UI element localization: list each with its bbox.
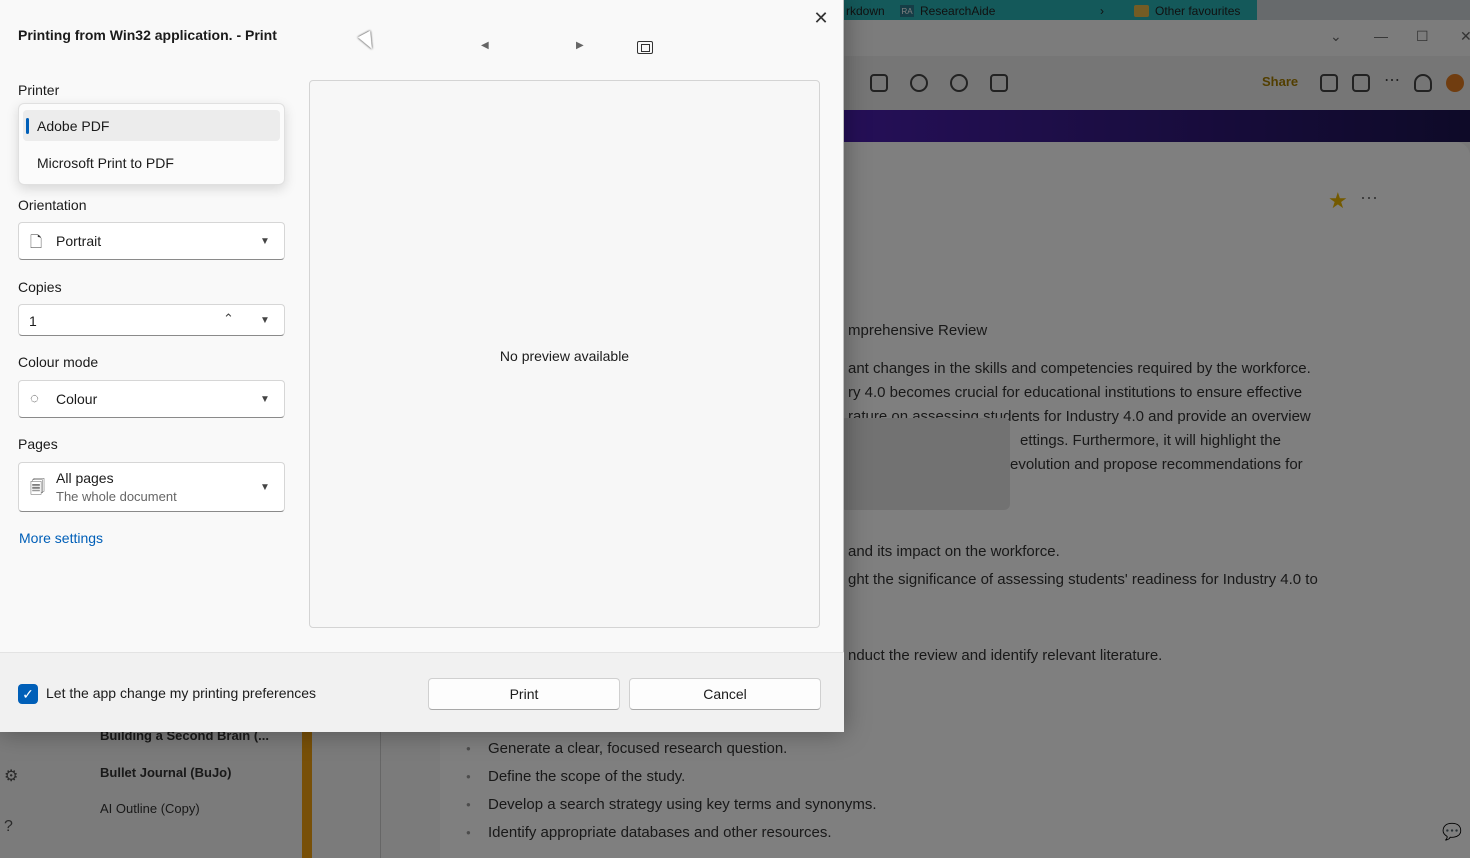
preferences-checkbox[interactable]: ✓ [18,684,38,704]
orientation-value: Portrait [56,233,102,249]
printer-dropdown-list: Adobe PDF Microsoft Print to PDF [18,103,285,185]
close-button[interactable]: ✕ [808,5,834,31]
cancel-button[interactable]: Cancel [629,678,821,710]
copies-stepper[interactable]: 1 ⌃ ▼ [18,304,285,336]
page-icon: 🗋 [30,234,43,251]
pages-icon: 🗐 [30,479,45,496]
dialog-title: Printing from Win32 application. - Print [18,27,277,43]
pages-label: Pages [18,436,58,452]
chevron-down-icon[interactable]: ▼ [260,315,270,326]
orientation-label: Orientation [18,197,87,213]
dialog-footer: ✓ Let the app change my printing prefere… [0,652,844,732]
preview-message: No preview available [499,348,630,364]
copies-label: Copies [18,279,62,295]
colour-mode-value: Colour [56,391,98,407]
print-dialog: Printing from Win32 application. - Print… [0,0,844,732]
colour-mode-select[interactable]: ◌ Colour ▼ [18,380,285,418]
chevron-down-icon: ▼ [260,394,270,405]
next-page-icon[interactable]: ▶ [576,40,584,51]
pages-value: All pages [56,470,114,486]
printer-option-adobe-pdf[interactable]: Adobe PDF [23,110,280,141]
palette-icon: ◌ [30,390,39,407]
chevron-down-icon: ▼ [260,482,270,493]
previous-page-icon[interactable]: ◀ [481,40,489,51]
fit-to-window-icon[interactable] [637,41,653,54]
more-settings-link[interactable]: More settings [19,530,103,546]
chevron-up-icon[interactable]: ⌃ [223,311,234,327]
pages-select[interactable]: 🗐 All pages The whole document ▼ [18,462,285,512]
copies-value: 1 [29,313,37,329]
printer-label: Printer [18,82,60,98]
print-button[interactable]: Print [428,678,620,710]
colour-mode-label: Colour mode [18,354,99,370]
pages-subtext: The whole document [56,489,177,504]
printer-option-microsoft-print-to-pdf[interactable]: Microsoft Print to PDF [23,147,280,178]
print-preview-pane: No preview available [309,80,820,628]
orientation-select[interactable]: 🗋 Portrait ▼ [18,222,285,260]
chevron-down-icon: ▼ [260,236,270,247]
preferences-checkbox-label: Let the app change my printing preferenc… [46,685,317,701]
